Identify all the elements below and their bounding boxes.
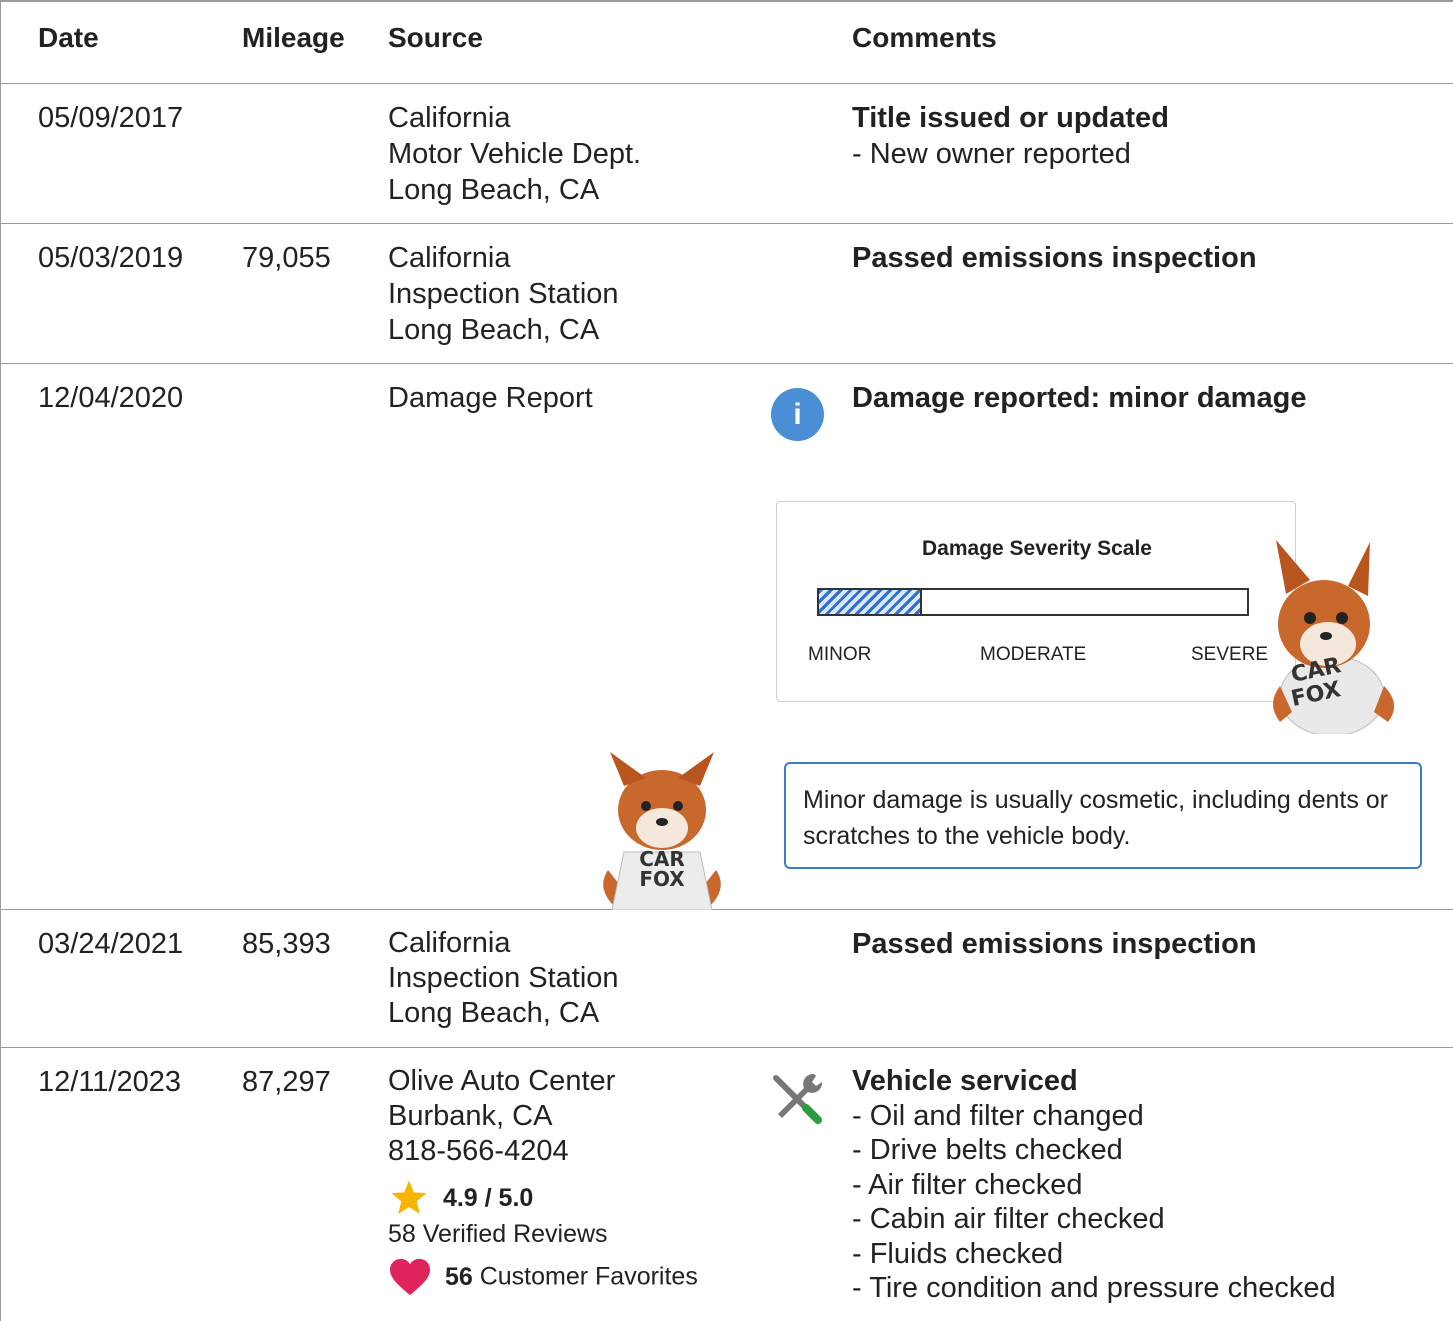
table-row: 05/03/2019 79,055 California Inspection … — [0, 224, 1453, 364]
source-line: California — [388, 102, 511, 134]
record-date: 05/09/2017 — [38, 102, 184, 134]
comment-detail: - Drive belts checked — [852, 1134, 1123, 1166]
severity-label-severe: SEVERE — [1191, 644, 1269, 665]
fox-shirt-text: FOX — [639, 867, 685, 891]
damage-severity-scale: Damage Severity Scale MINOR MODERATE SEV… — [776, 501, 1296, 702]
header-mileage: Mileage — [242, 22, 345, 53]
record-source: California Motor Vehicle Dept. Long Beac… — [388, 100, 641, 208]
shop-phone: 818-566-4204 — [388, 1135, 569, 1167]
record-date: 05/03/2019 — [38, 242, 184, 274]
source-line: Long Beach, CA — [388, 997, 600, 1029]
header-source: Source — [388, 22, 483, 53]
comment-title: Passed emissions inspection — [852, 928, 1257, 960]
customer-favorites: 56 Customer Favorites — [388, 1257, 698, 1297]
record-comments: Title issued or updated - New owner repo… — [852, 100, 1169, 172]
shop-rating: 4.9 / 5.0 — [388, 1178, 533, 1218]
record-mileage: 87,297 — [242, 1066, 331, 1098]
comment-detail: - Tire condition and pressure checked — [852, 1272, 1336, 1304]
severity-bar-fill — [819, 590, 922, 614]
source-line: Long Beach, CA — [388, 314, 600, 346]
source-line: Inspection Station — [388, 962, 619, 994]
source-line: Motor Vehicle Dept. — [388, 138, 642, 170]
severity-bar — [817, 588, 1249, 616]
record-date: 12/11/2023 — [38, 1066, 181, 1098]
favorites-count: 56 — [444, 1262, 473, 1291]
comment-detail: - New owner reported — [852, 138, 1131, 170]
record-source: Olive Auto Center Burbank, CA 818-566-42… — [388, 1064, 615, 1169]
severity-scale-title: Damage Severity Scale — [922, 537, 1152, 560]
source-line: Long Beach, CA — [388, 174, 600, 206]
source-line: Inspection Station — [388, 278, 619, 310]
record-mileage: 85,393 — [242, 928, 331, 960]
comment-title: Passed emissions inspection — [852, 242, 1257, 274]
source-line: Damage Report — [388, 382, 593, 414]
record-comments: Vehicle serviced - Oil and filter change… — [852, 1064, 1336, 1306]
table-header: Date Mileage Source Comments — [0, 0, 1453, 84]
header-date: Date — [38, 22, 99, 53]
header-comments: Comments — [852, 22, 997, 53]
damage-tip-box: Minor damage is usually cosmetic, includ… — [784, 762, 1422, 869]
comment-detail: - Air filter checked — [852, 1168, 1083, 1201]
info-icon[interactable]: i — [771, 388, 824, 441]
record-mileage: 79,055 — [242, 242, 331, 274]
star-icon — [391, 1180, 427, 1214]
record-date: 03/24/2021 — [38, 928, 184, 960]
record-date: 12/04/2020 — [38, 382, 184, 414]
record-comments: Damage reported: minor damage — [852, 380, 1306, 416]
carfox-mascot: CAR FOX — [603, 752, 721, 910]
wrench-screwdriver-icon — [773, 1073, 823, 1124]
record-source: California Inspection Station Long Beach… — [388, 240, 619, 348]
table-row: 12/11/2023 87,297 Olive Auto Center Burb… — [0, 1048, 1453, 1321]
table-row: 05/09/2017 California Motor Vehicle Dept… — [0, 84, 1453, 224]
carfox-mascot: CAR FOX — [1273, 540, 1395, 734]
comment-title: Title issued or updated — [852, 102, 1169, 134]
record-source: California Inspection Station Long Beach… — [388, 926, 619, 1031]
source-line: California — [388, 927, 511, 959]
shop-name-link[interactable]: Olive Auto Center — [388, 1064, 615, 1099]
severity-label-minor: MINOR — [808, 644, 872, 665]
comment-title: Vehicle serviced — [852, 1065, 1078, 1097]
severity-label-moderate: MODERATE — [980, 644, 1087, 665]
record-source: Damage Report — [388, 380, 593, 416]
table-row: 03/24/2021 85,393 California Inspection … — [0, 910, 1453, 1048]
comment-detail: - Cabin air filter checked — [852, 1203, 1165, 1235]
comment-detail: - Fluids checked — [852, 1237, 1064, 1270]
comment-detail: - Oil and filter changed — [852, 1099, 1144, 1132]
source-line: Burbank, CA — [388, 1100, 553, 1132]
heart-icon — [390, 1258, 430, 1296]
record-comments: Passed emissions inspection — [852, 926, 1257, 962]
source-line: California — [388, 242, 511, 274]
record-comments: Passed emissions inspection — [852, 240, 1257, 276]
comment-title: Damage reported: minor damage — [852, 382, 1307, 414]
favorites-label: Customer Favorites — [479, 1262, 698, 1291]
reviews-link[interactable]: 58 Verified Reviews — [388, 1220, 608, 1249]
rating-value: 4.9 / 5.0 — [442, 1183, 534, 1212]
